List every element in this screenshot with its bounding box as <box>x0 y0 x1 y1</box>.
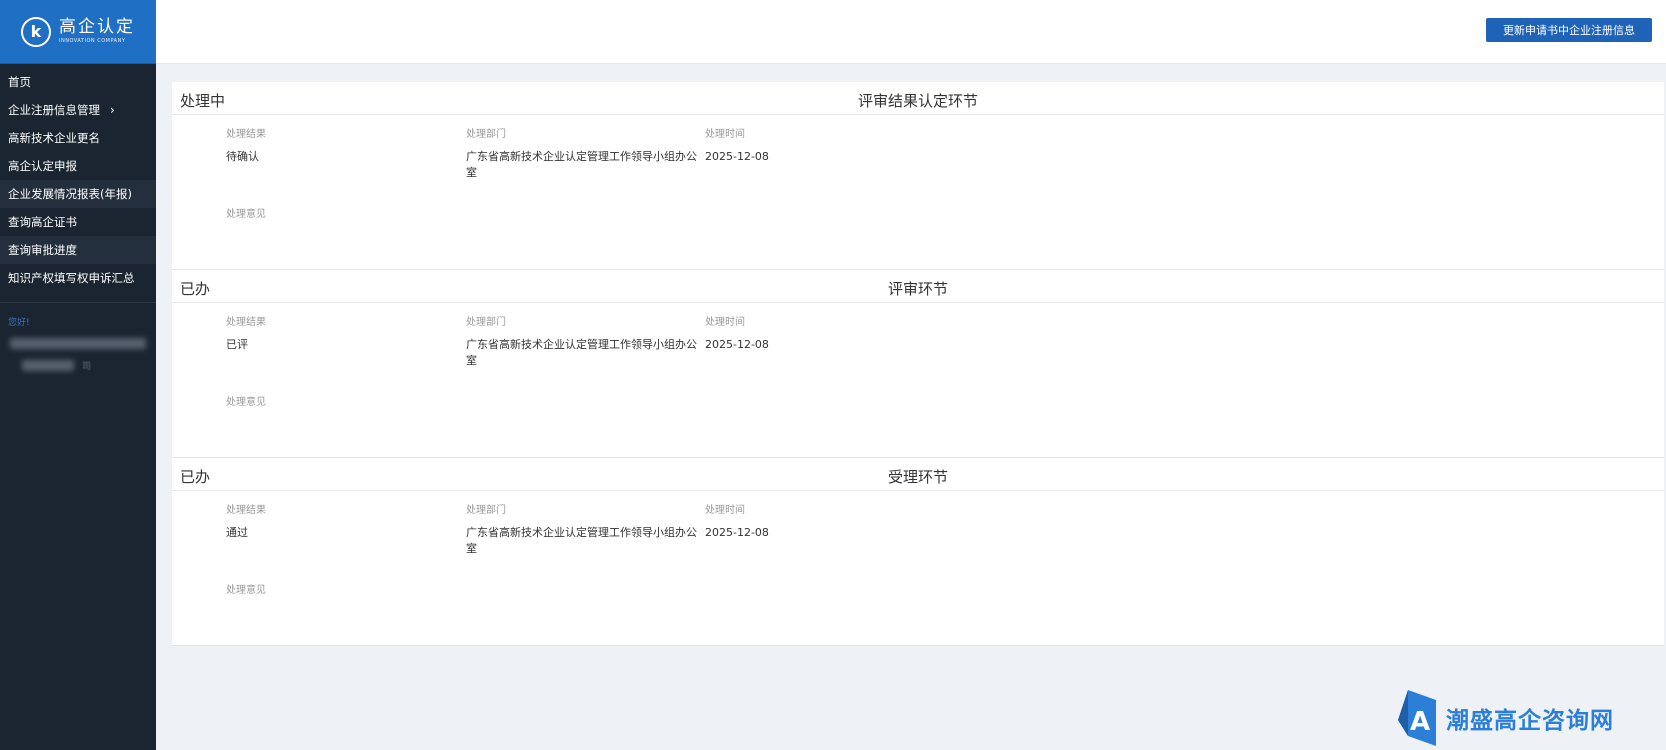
dept-label: 处理部门 <box>466 317 506 328</box>
sidebar-item-home[interactable]: 首页 <box>0 68 156 96</box>
opinion-label: 处理意见 <box>226 397 266 408</box>
time-value: 2025-12-08 <box>705 150 769 163</box>
sidebar-item-label: 高企认定申报 <box>8 159 77 173</box>
sidebar-item-label: 查询高企证书 <box>8 215 77 229</box>
top-bar: 更新申请书中企业注册信息 <box>156 0 1666 64</box>
watermark-text: 潮盛高企咨询网 <box>1446 707 1614 734</box>
sidebar-divider <box>0 302 156 303</box>
card-header: 处理中 评审结果认定环节 <box>172 82 1664 115</box>
dept-label: 处理部门 <box>466 129 506 140</box>
sidebar-item-ip-appeal[interactable]: 知识产权填写权申诉汇总 <box>0 264 156 292</box>
sidebar-item-label: 企业注册信息管理 <box>8 103 100 117</box>
sidebar-item-application[interactable]: 高企认定申报 <box>0 152 156 180</box>
card-stage-title: 评审结果认定环节 <box>857 92 978 110</box>
card-stage-title: 受理环节 <box>887 468 948 486</box>
sidebar-item-label: 首页 <box>8 75 31 89</box>
sidebar-item-progress[interactable]: 查询审批进度 <box>0 236 156 264</box>
result-label: 处理结果 <box>226 505 266 516</box>
progress-list: 处理中 评审结果认定环节 处理结果 处理部门 处理时间 待确认 广东省高新技术企… <box>172 82 1664 646</box>
dept-value: 广东省高新技术企业认定管理工作领导小组办公室 <box>466 526 697 555</box>
brand-title: 高企认定 <box>59 17 135 37</box>
sidebar-item-label: 知识产权填写权申诉汇总 <box>8 271 135 285</box>
card-fields: 处理结果 处理部门 处理时间 待确认 广东省高新技术企业认定管理工作领导小组办公… <box>172 115 1664 269</box>
card-fields: 处理结果 处理部门 处理时间 已评 广东省高新技术企业认定管理工作领导小组办公室… <box>172 303 1664 457</box>
brand-logo[interactable]: k 高企认定 INNOVATION COMPANY <box>0 0 156 64</box>
progress-card: 已办 受理环节 处理结果 处理部门 处理时间 通过 广东省高新技术企业认定管理工… <box>172 458 1664 646</box>
result-value: 通过 <box>226 526 248 539</box>
time-label: 处理时间 <box>705 505 745 516</box>
user-company-suffix: 司 <box>82 362 92 372</box>
user-greeting: 您好! <box>8 318 30 328</box>
result-label: 处理结果 <box>226 317 266 328</box>
sidebar-item-annual-report[interactable]: 企业发展情况报表(年报) <box>0 180 156 208</box>
watermark-logo-icon: A <box>1398 690 1436 746</box>
brand-mark-icon: k <box>21 16 51 47</box>
sidebar-item-registration[interactable]: 企业注册信息管理 › <box>0 96 156 124</box>
dept-label: 处理部门 <box>466 505 506 516</box>
result-label: 处理结果 <box>226 129 266 140</box>
brand-subtitle: INNOVATION COMPANY <box>59 38 126 44</box>
sidebar-item-label: 企业发展情况报表(年报) <box>8 187 132 201</box>
sidebar-item-label: 查询审批进度 <box>8 243 77 257</box>
time-label: 处理时间 <box>705 129 745 140</box>
time-value: 2025-12-08 <box>705 526 769 539</box>
user-company-redacted <box>22 360 74 371</box>
chevron-right-icon: › <box>110 103 115 117</box>
dept-value: 广东省高新技术企业认定管理工作领导小组办公室 <box>466 150 697 179</box>
sidebar-nav: 首页 企业注册信息管理 › 高新技术企业更名 高企认定申报 企业发展情况报表(年… <box>0 64 156 292</box>
sidebar: k 高企认定 INNOVATION COMPANY 首页 企业注册信息管理 › … <box>0 0 156 750</box>
dept-value: 广东省高新技术企业认定管理工作领导小组办公室 <box>466 338 697 367</box>
progress-card: 处理中 评审结果认定环节 处理结果 处理部门 处理时间 待确认 广东省高新技术企… <box>172 82 1664 270</box>
result-value: 已评 <box>226 338 248 351</box>
card-header: 已办 受理环节 <box>172 458 1664 491</box>
opinion-label: 处理意见 <box>226 209 266 220</box>
sidebar-item-certificate[interactable]: 查询高企证书 <box>0 208 156 236</box>
sidebar-item-rename[interactable]: 高新技术企业更名 <box>0 124 156 152</box>
watermark: A 潮盛高企咨询网 <box>1398 690 1614 746</box>
opinion-label: 处理意见 <box>226 585 266 596</box>
progress-card: 已办 评审环节 处理结果 处理部门 处理时间 已评 广东省高新技术企业认定管理工… <box>172 270 1664 458</box>
update-registration-button[interactable]: 更新申请书中企业注册信息 <box>1486 18 1652 42</box>
card-header: 已办 评审环节 <box>172 270 1664 303</box>
result-value: 待确认 <box>226 150 259 163</box>
sidebar-item-label: 高新技术企业更名 <box>8 131 100 145</box>
time-value: 2025-12-08 <box>705 338 769 351</box>
time-label: 处理时间 <box>705 317 745 328</box>
svg-text:A: A <box>1410 707 1430 737</box>
user-name-redacted <box>10 338 146 349</box>
card-fields: 处理结果 处理部门 处理时间 通过 广东省高新技术企业认定管理工作领导小组办公室… <box>172 491 1664 645</box>
card-stage-title: 评审环节 <box>887 280 948 298</box>
